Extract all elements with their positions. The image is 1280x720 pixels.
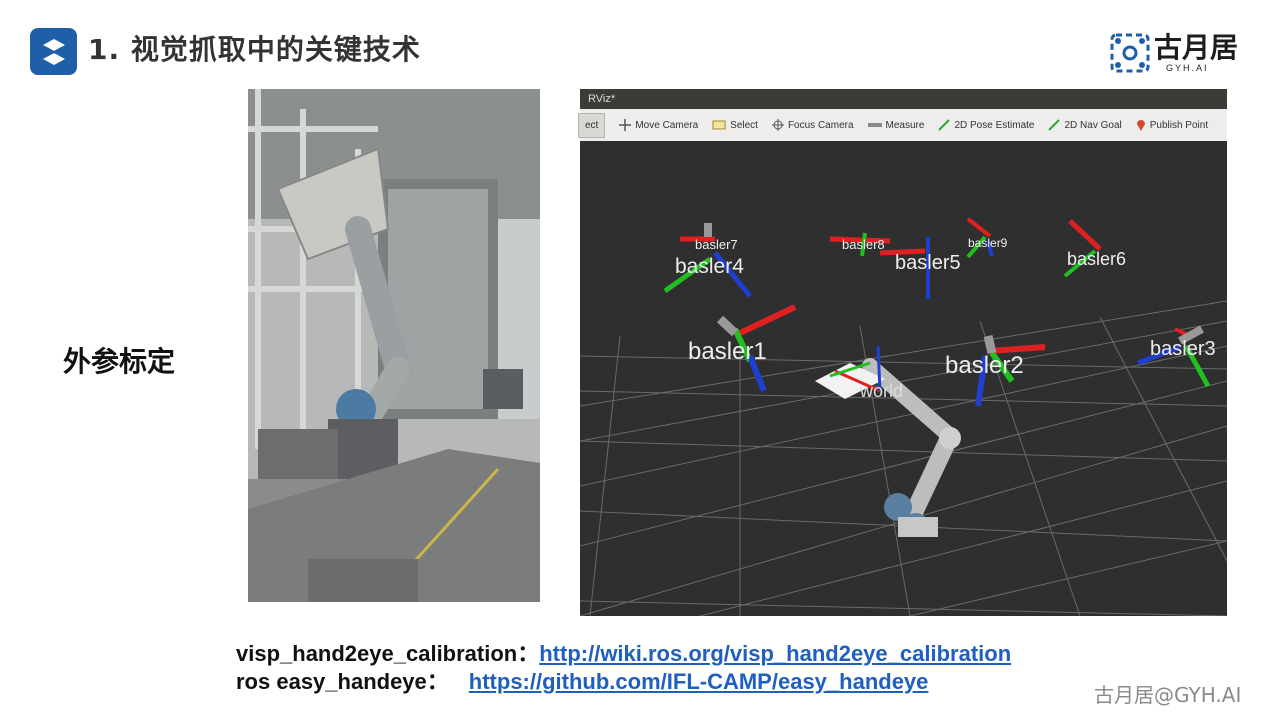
slide-title: 1. 视觉抓取中的关键技术 — [88, 33, 421, 66]
rviz-left-margin — [540, 89, 580, 616]
rviz-toolbar: ect Move Camera Select Focus Camera Meas… — [578, 109, 1227, 142]
link-row-visp: visp_hand2eye_calibration：http://wiki.ro… — [236, 640, 1011, 668]
frame-label-basler6: basler6 — [1067, 249, 1126, 269]
visp-link[interactable]: http://wiki.ros.org/visp_hand2eye_calibr… — [539, 641, 1011, 666]
frame-label-basler2: basler2 — [945, 352, 1024, 379]
rviz-window-title: RViz* — [588, 93, 616, 105]
section-label: 外参标定 — [63, 345, 176, 378]
tool-select-label: Select — [730, 119, 758, 131]
link-row-easy-handeye: ros easy_handeye： https://github.com/IFL-… — [236, 668, 1011, 696]
move-camera-icon — [619, 119, 632, 131]
rviz-window: RViz* ect Move Camera Select Focus Camer… — [540, 89, 1227, 616]
tool-focus-camera-label: Focus Camera — [787, 119, 854, 131]
s-logo-icon — [42, 38, 65, 65]
frame-label-basler8: basler8 — [842, 237, 885, 252]
pose-estimate-icon — [938, 119, 951, 131]
visp-label: visp_hand2eye_calibration： — [236, 641, 540, 666]
select-icon — [712, 120, 726, 130]
tool-2d-nav-goal[interactable]: 2D Nav Goal — [1048, 119, 1122, 131]
tool-select[interactable]: Select — [712, 120, 758, 131]
robot-lab-photo — [248, 89, 580, 602]
gyh-logo-icon — [1110, 33, 1150, 73]
frame-label-basler4: basler4 — [675, 255, 744, 278]
tool-2d-pose-estimate-label: 2D Pose Estimate — [954, 119, 1035, 131]
rviz-3d-viewport[interactable]: world basler7 basler4 basler8 basler5 ba… — [580, 141, 1227, 616]
tool-2d-pose-estimate[interactable]: 2D Pose Estimate — [938, 119, 1034, 131]
frame-label-basler5: basler5 — [895, 252, 961, 274]
tool-2d-nav-goal-label: 2D Nav Goal — [1064, 119, 1122, 131]
tool-interact-label: ect — [585, 119, 599, 131]
frame-label-basler1: basler1 — [688, 338, 767, 365]
tool-measure-label: Measure — [885, 119, 925, 131]
easy-handeye-label: ros easy_handeye： — [236, 669, 449, 694]
tool-measure[interactable]: Measure — [867, 119, 925, 131]
brand-subtitle: GYH.AI — [1166, 63, 1209, 73]
frame-label-basler9: basler9 — [968, 236, 1008, 250]
publish-point-icon — [1136, 120, 1145, 131]
slide-logo-badge — [30, 28, 77, 75]
tool-focus-camera[interactable]: Focus Camera — [771, 119, 854, 131]
focus-camera-icon — [771, 119, 784, 131]
tool-publish-point-label: Publish Point — [1149, 119, 1209, 131]
tool-publish-point[interactable]: Publish Point — [1136, 119, 1208, 131]
frame-label-basler3: basler3 — [1150, 338, 1216, 360]
tool-interact[interactable]: ect — [578, 112, 606, 138]
rviz-titlebar: RViz* — [580, 89, 1227, 109]
easy-handeye-link[interactable]: https://github.com/IFL-CAMP/easy_handeye — [469, 669, 929, 694]
brand-name: 古月居 — [1154, 31, 1239, 64]
measure-icon — [867, 123, 882, 127]
reference-links: visp_hand2eye_calibration：http://wiki.ro… — [236, 640, 1011, 696]
watermark: 古月居@GYH.AI — [1094, 683, 1242, 707]
frame-label-basler7: basler7 — [695, 237, 738, 252]
tool-move-camera-label: Move Camera — [635, 119, 699, 131]
tool-move-camera[interactable]: Move Camera — [619, 119, 698, 131]
frame-label-world: world — [859, 381, 903, 401]
brand-logo: 古月居 GYH.AI — [1110, 31, 1250, 75]
nav-goal-icon — [1048, 119, 1061, 131]
